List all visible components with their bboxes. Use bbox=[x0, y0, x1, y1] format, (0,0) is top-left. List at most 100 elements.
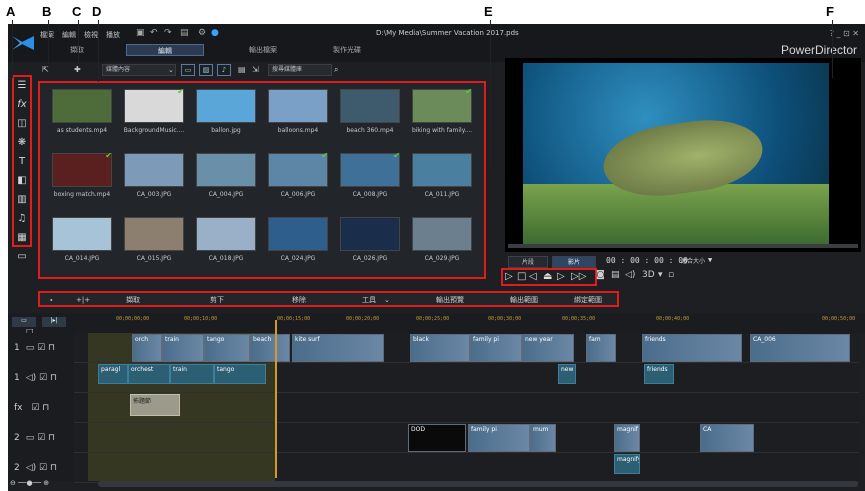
tools-chevron-icon[interactable]: ⌄ bbox=[384, 294, 390, 306]
playhead[interactable] bbox=[275, 320, 277, 478]
chapter-room-icon[interactable]: ▦ bbox=[14, 230, 30, 245]
timeline-clip[interactable]: mum bbox=[530, 424, 556, 452]
timeline-clip[interactable]: friends bbox=[644, 364, 674, 384]
movie-mode-button[interactable]: 影片 bbox=[552, 256, 596, 268]
menu-file[interactable]: 檔案 bbox=[40, 30, 54, 40]
track-header[interactable]: 1 ◁) ☑ ⊓ bbox=[14, 373, 57, 383]
pip-room-icon[interactable]: ◫ bbox=[14, 116, 30, 131]
timeline-clip[interactable]: CA_006 bbox=[750, 334, 850, 362]
timeline-clip[interactable]: friends bbox=[642, 334, 742, 362]
horizontal-scrollbar[interactable] bbox=[98, 481, 858, 487]
library-item[interactable]: as students.mp4 bbox=[50, 89, 114, 137]
undo-icon[interactable]: ↶ bbox=[150, 28, 158, 38]
library-item[interactable]: ✔ CA_008.JPG bbox=[338, 151, 402, 201]
previous-frame-icon[interactable]: ◁ bbox=[529, 271, 537, 282]
timeline-view-icon[interactable]: ▭ bbox=[12, 317, 36, 327]
voice-over-room-icon[interactable]: ♫ bbox=[14, 211, 30, 226]
track-header[interactable]: 2 ▭ ☑ ⊓ bbox=[14, 433, 55, 443]
library-item[interactable]: CA_011.JPG bbox=[410, 153, 474, 201]
library-item[interactable]: CA_014.JPG bbox=[50, 217, 114, 265]
title-room-icon[interactable]: T bbox=[14, 154, 30, 169]
view-options-icon[interactable]: ▤ bbox=[238, 64, 246, 76]
3d-mode-label[interactable]: 3D bbox=[642, 270, 655, 280]
timeline-clip[interactable]: tango bbox=[204, 334, 250, 362]
add-track-icon[interactable]: ⬩ bbox=[50, 294, 53, 306]
track-toggle-icon[interactable]: ◁) ☑ ⊓ bbox=[26, 463, 57, 473]
timeline-clip[interactable]: paragl bbox=[98, 364, 128, 384]
timeline-clip[interactable]: 佈題節 bbox=[130, 394, 180, 416]
library-item[interactable]: balloons.mp4 bbox=[266, 89, 330, 137]
library-item[interactable]: CA_029.JPG bbox=[410, 217, 474, 265]
render-preview-button[interactable]: 輸出預覽 bbox=[436, 294, 464, 306]
timeline-clip[interactable]: orch bbox=[132, 334, 162, 362]
remove-button[interactable]: 移除 bbox=[292, 294, 306, 306]
timeline-clip[interactable]: magnif bbox=[614, 424, 640, 452]
timeline-clip[interactable]: train bbox=[170, 364, 214, 384]
fast-forward-icon[interactable]: ▷▷ bbox=[571, 271, 586, 282]
tab-create-disc[interactable]: 製作光碟 bbox=[308, 44, 386, 56]
library-item[interactable]: ✔ boxing match.mp4 bbox=[50, 151, 114, 201]
timeline-clip[interactable]: black bbox=[410, 334, 470, 362]
lock-range-button[interactable]: 綁定範圍 bbox=[574, 294, 602, 306]
timeline-clip[interactable]: new year bbox=[522, 334, 574, 362]
chevron-down-icon[interactable]: ⌄ bbox=[168, 64, 174, 76]
library-item[interactable]: CA_024.JPG bbox=[266, 217, 330, 265]
redo-icon[interactable]: ↷ bbox=[164, 28, 172, 38]
effect-room-icon[interactable]: fx bbox=[14, 97, 30, 112]
cloud-icon[interactable]: ● bbox=[211, 28, 219, 38]
next-frame-icon[interactable]: ▷ bbox=[557, 271, 565, 282]
track-toggle-icon[interactable]: ▭ ☑ ⊓ bbox=[26, 433, 55, 443]
time-ruler[interactable]: 00;00;00;00 00;00;10;00 00;00;15;00 00;00;2… bbox=[96, 313, 859, 327]
library-search-input[interactable]: 搜尋媒體庫 bbox=[268, 64, 332, 76]
library-item[interactable]: CA_003.JPG bbox=[122, 153, 186, 201]
timeline-clip[interactable]: fam bbox=[586, 334, 616, 362]
library-item[interactable]: CA_004.JPG bbox=[194, 153, 258, 201]
library-item[interactable]: CA_026.JPG bbox=[338, 217, 402, 265]
plugins-icon[interactable]: ✚ bbox=[74, 64, 81, 76]
film-icon[interactable]: ▤ bbox=[180, 28, 189, 38]
library-item[interactable]: CA_015.JPG bbox=[122, 217, 186, 265]
timeline-clip[interactable]: new bbox=[558, 364, 576, 384]
transition-room-icon[interactable]: ◧ bbox=[14, 173, 30, 188]
library-item[interactable]: ballon.jpg bbox=[194, 89, 258, 137]
tools-button[interactable]: 工具 bbox=[362, 294, 376, 306]
track-toggle-icon[interactable]: ◁) ☑ ⊓ bbox=[26, 373, 57, 383]
timeline-clip[interactable]: kite surf bbox=[292, 334, 384, 362]
audio-track-2[interactable] bbox=[74, 453, 859, 483]
track-header[interactable]: 2 ◁) ☑ ⊓ bbox=[14, 463, 57, 473]
timeline-clip[interactable]: beach bbox=[250, 334, 290, 362]
timeline-clip[interactable]: family pi bbox=[470, 334, 522, 362]
fit-size-select[interactable]: 適合大小 bbox=[680, 256, 706, 268]
timeline-clip[interactable]: CA bbox=[700, 424, 754, 452]
audio-filter-icon[interactable]: ♪ bbox=[217, 64, 231, 76]
play-icon[interactable]: ▷ bbox=[505, 271, 513, 282]
search-icon[interactable]: ⌕ bbox=[334, 64, 338, 76]
preview-slider[interactable] bbox=[508, 244, 858, 248]
audio-mixing-room-icon[interactable]: ▥ bbox=[14, 192, 30, 207]
media-room-icon[interactable]: ☰ bbox=[14, 78, 30, 93]
timeline-clip[interactable]: family pi bbox=[468, 424, 530, 452]
track-toggle-icon[interactable]: ☑ ⊓ bbox=[29, 403, 49, 413]
size-chevron-icon[interactable]: ▼ bbox=[708, 256, 712, 264]
undock-icon[interactable]: ▤ bbox=[611, 270, 620, 280]
library-item[interactable]: CA_018.JPG bbox=[194, 217, 258, 265]
3d-chevron-icon[interactable]: ▾ bbox=[658, 270, 663, 280]
track-toggle-icon[interactable]: ▭ ☑ ⊓ bbox=[26, 343, 55, 353]
split-clip-icon[interactable]: +|+ bbox=[76, 294, 90, 306]
zoom-control[interactable]: ⊖ ──●── ⊕ bbox=[10, 479, 80, 489]
explore-icon[interactable]: ⇲ bbox=[252, 64, 259, 76]
window-controls[interactable]: ? _ ⊡ ✕ bbox=[830, 29, 859, 38]
library-filter-select[interactable]: 媒體內容 bbox=[102, 64, 176, 76]
timeline-clip[interactable]: orchest bbox=[128, 364, 170, 384]
timeline-clip[interactable]: DOD bbox=[408, 424, 466, 452]
timeline-clip[interactable]: train bbox=[162, 334, 204, 362]
menu-view[interactable]: 檢視 bbox=[84, 30, 98, 40]
library-item[interactable]: ✔ CA_006.JPG bbox=[266, 151, 330, 201]
snapshot-icon[interactable]: ◙ bbox=[596, 270, 605, 280]
tab-edit[interactable]: 編輯 bbox=[126, 44, 204, 56]
cut-button[interactable]: 剪下 bbox=[210, 294, 224, 306]
preview-quality-icon[interactable]: ▫ bbox=[668, 270, 674, 280]
library-item[interactable]: ✔ biking with family.... bbox=[410, 87, 474, 137]
produce-range-button[interactable]: 輸出範圍 bbox=[510, 294, 538, 306]
split-icon[interactable]: ⏏ bbox=[543, 271, 552, 282]
